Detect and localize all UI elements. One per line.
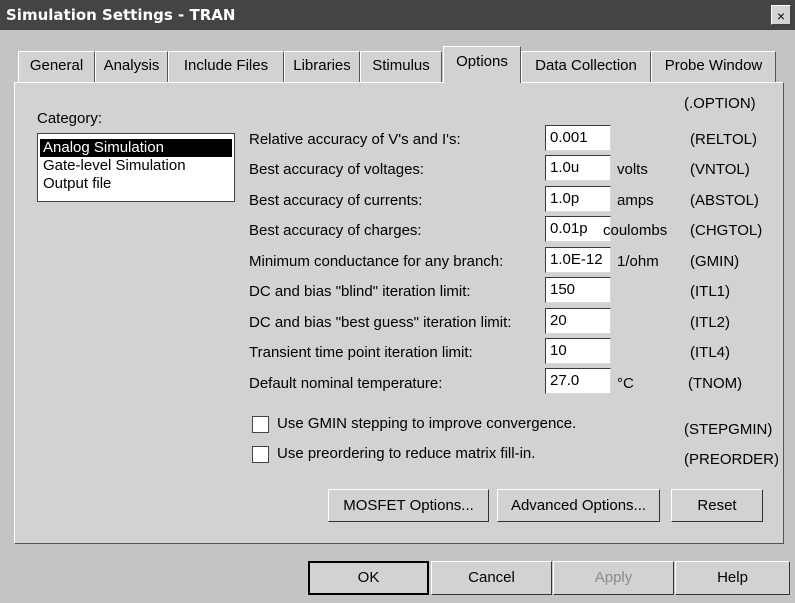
chgtol-input[interactable]: 0.01p xyxy=(545,216,611,242)
chgtol-code: (CHGTOL) xyxy=(690,222,763,239)
tab-include-files[interactable]: Include Files xyxy=(168,51,284,82)
window-title: Simulation Settings - TRAN xyxy=(6,6,236,24)
tab-probe-window[interactable]: Probe Window xyxy=(651,51,776,82)
reset-button[interactable]: Reset xyxy=(671,489,763,522)
tab-stimulus[interactable]: Stimulus xyxy=(360,51,442,82)
vntol-code: (VNTOL) xyxy=(690,161,750,178)
abstol-code: (ABSTOL) xyxy=(690,192,759,209)
tnom-unit: °C xyxy=(617,375,634,392)
reltol-label: Relative accuracy of V's and I's: xyxy=(249,131,461,148)
category-item-gate-level-simulation[interactable]: Gate-level Simulation xyxy=(40,157,232,175)
category-item-output-file[interactable]: Output file xyxy=(40,175,232,193)
abstol-label: Best accuracy of currents: xyxy=(249,192,423,209)
tab-label: Stimulus xyxy=(372,57,430,74)
title-bar: Simulation Settings - TRAN × xyxy=(0,0,795,30)
gmin-unit: 1/ohm xyxy=(617,253,659,270)
itl1-code: (ITL1) xyxy=(690,283,731,300)
preorder-label: Use preordering to reduce matrix fill-in… xyxy=(277,445,536,462)
help-button[interactable]: Help xyxy=(675,561,790,595)
itl4-label: Transient time point iteration limit: xyxy=(249,344,473,361)
cancel-button[interactable]: Cancel xyxy=(431,561,552,595)
gmin-input[interactable]: 1.0E-12 xyxy=(545,247,611,273)
vntol-label: Best accuracy of voltages: xyxy=(249,161,425,178)
abstol-input[interactable]: 1.0p xyxy=(545,186,611,212)
category-item-analog-simulation[interactable]: Analog Simulation xyxy=(40,139,232,157)
stepgmin-code: (STEPGMIN) xyxy=(684,421,773,438)
tab-label: Include Files xyxy=(183,57,269,74)
preorder-checkbox[interactable] xyxy=(252,446,269,463)
reltol-input[interactable]: 0.001 xyxy=(545,125,611,151)
tnom-label: Default nominal temperature: xyxy=(249,375,443,392)
gmin-code: (GMIN) xyxy=(690,253,740,270)
tab-label: Analysis xyxy=(103,57,160,74)
category-label: Category: xyxy=(37,110,103,127)
tab-label: General xyxy=(29,57,84,74)
tab-label: Libraries xyxy=(293,57,351,74)
mosfet-options-button[interactable]: MOSFET Options... xyxy=(328,489,489,522)
ok-button[interactable]: OK xyxy=(308,561,429,595)
tab-data-collection[interactable]: Data Collection xyxy=(521,51,651,82)
tab-label: Data Collection xyxy=(535,57,637,74)
stepgmin-checkbox[interactable] xyxy=(252,416,269,433)
tab-label: Options xyxy=(456,53,508,70)
abstol-unit: amps xyxy=(617,192,654,209)
itl2-input[interactable]: 20 xyxy=(545,308,611,334)
chgtol-unit: coulombs xyxy=(603,222,668,239)
gmin-label: Minimum conductance for any branch: xyxy=(249,253,504,270)
tab-analysis[interactable]: Analysis xyxy=(95,51,168,82)
tab-libraries[interactable]: Libraries xyxy=(284,51,360,82)
tab-label: Probe Window xyxy=(664,57,763,74)
advanced-options-button[interactable]: Advanced Options... xyxy=(497,489,660,522)
vntol-input[interactable]: 1.0u xyxy=(545,155,611,181)
apply-button[interactable]: Apply xyxy=(553,561,674,595)
tab-general[interactable]: General xyxy=(18,51,95,82)
tab-options[interactable]: Options xyxy=(443,46,521,83)
itl2-code: (ITL2) xyxy=(690,314,731,331)
category-list[interactable]: Analog Simulation Gate-level Simulation … xyxy=(37,133,235,202)
reltol-code: (RELTOL) xyxy=(690,131,757,148)
vntol-unit: volts xyxy=(617,161,648,178)
close-icon: × xyxy=(776,8,786,24)
preorder-code: (PREORDER) xyxy=(684,451,780,468)
tnom-code: (TNOM) xyxy=(688,375,743,392)
itl4-code: (ITL4) xyxy=(690,344,731,361)
itl1-label: DC and bias "blind" iteration limit: xyxy=(249,283,471,300)
stepgmin-label: Use GMIN stepping to improve convergence… xyxy=(277,415,577,432)
chgtol-label: Best accuracy of charges: xyxy=(249,222,422,239)
option-header: (.OPTION) xyxy=(684,95,756,112)
itl2-label: DC and bias "best guess" iteration limit… xyxy=(249,314,512,331)
itl4-input[interactable]: 10 xyxy=(545,338,611,364)
tnom-input[interactable]: 27.0 xyxy=(545,368,611,394)
close-button[interactable]: × xyxy=(771,5,791,25)
itl1-input[interactable]: 150 xyxy=(545,277,611,303)
